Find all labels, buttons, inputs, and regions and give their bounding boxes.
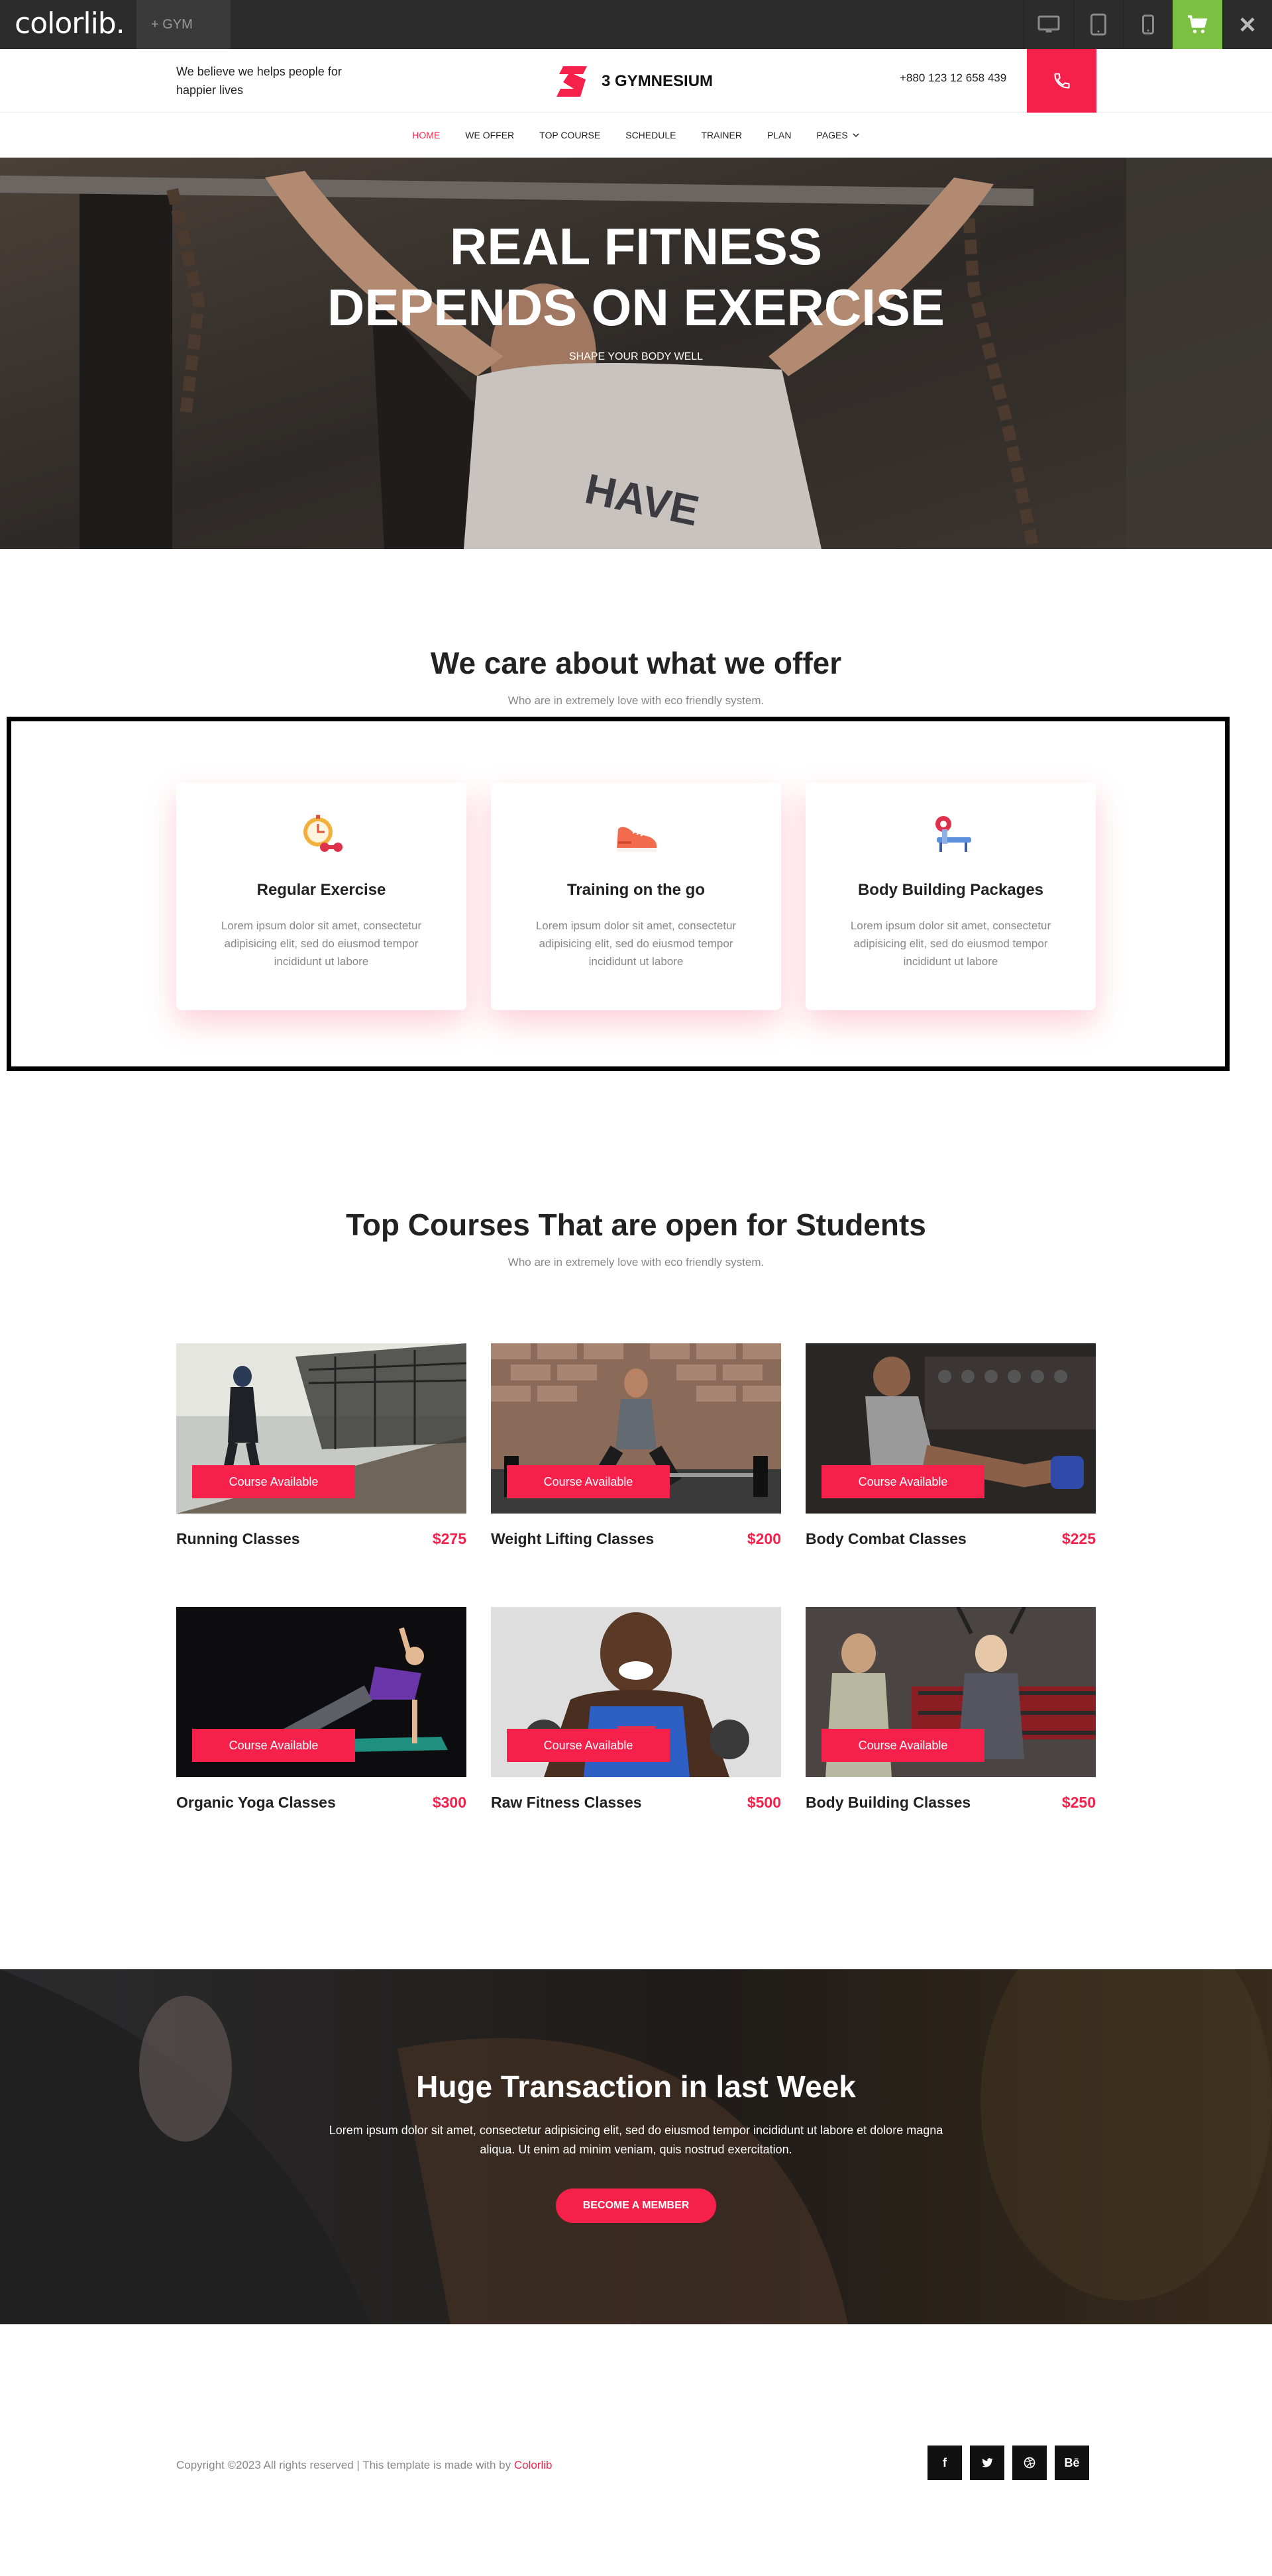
course-price: $200 (747, 1530, 781, 1547)
copyright: Copyright ©2023 All rights reserved | Th… (176, 2459, 553, 2472)
course-name[interactable]: Running Classes (176, 1530, 300, 1548)
course-price: $225 (1061, 1530, 1096, 1547)
close-icon (1240, 17, 1255, 32)
offer-card-title: Body Building Packages (857, 881, 1044, 899)
colorlib-topbar: colorlib. + GYM (0, 0, 1272, 49)
cta-text: Lorem ipsum dolor sit amet, consectetur … (329, 2124, 943, 2156)
hero-title: REAL FITNESS DEPENDS ON EXERCISE (0, 216, 1272, 338)
course-price: $300 (432, 1794, 466, 1811)
nav-item-label: PLAN (767, 130, 792, 140)
offer-card: Body Building Packages Lorem ipsum dolor… (806, 783, 1096, 1010)
offer-card-text: Lorem ipsum dolor sit amet, consectetur … (221, 919, 422, 968)
facebook-icon: f (943, 2455, 947, 2469)
site-header: We believe we helps people for happier l… (0, 49, 1272, 113)
course-name[interactable]: Body Building Classes (806, 1794, 971, 1812)
header-phone-number: +880 123 12 658 439 (900, 72, 1007, 84)
behance-icon: Bē (1064, 2455, 1080, 2469)
course-available-badge[interactable]: Course Available (192, 1729, 355, 1762)
hero-subtitle: SHAPE YOUR BODY WELL (568, 351, 704, 362)
course-available-badge[interactable]: Course Available (822, 1465, 984, 1498)
hero-title-line-1: REAL FITNESS (450, 217, 822, 276)
brand[interactable]: 3 GYMNESIUM (554, 65, 713, 98)
buy-button[interactable] (1173, 0, 1222, 49)
desktop-view-button[interactable] (1024, 0, 1073, 49)
course-price: $250 (1061, 1794, 1096, 1811)
tablet-view-button[interactable] (1073, 0, 1123, 49)
cta-title: Huge Transaction in last Week (416, 2069, 856, 2104)
offer-card-title: Regular Exercise (256, 881, 386, 899)
bench-press-icon (935, 816, 971, 852)
cart-icon (1187, 15, 1207, 34)
offer-card-text: Lorem ipsum dolor sit amet, consectetur … (850, 919, 1051, 968)
main-nav: HOME WE OFFER TOP COURSE SCHEDULE TRAINE… (0, 113, 1272, 158)
offer-card: Regular Exercise Lorem ipsum dolor sit a… (176, 783, 466, 1010)
brand-logo-icon (556, 66, 587, 97)
social-links: f Bē (928, 2446, 1089, 2480)
chevron-down-icon (853, 133, 859, 138)
course-available-badge[interactable]: Course Available (507, 1729, 670, 1762)
nav-item-label: PAGES (816, 130, 848, 140)
hero-banner: HAVE REAL FITNESS DEPENDS ON EXERCISE SH… (0, 158, 1272, 549)
nav-item-plan[interactable]: PLAN (767, 130, 792, 140)
behance-link[interactable]: Bē (1055, 2446, 1089, 2480)
header-tagline: We believe we helps people for happier l… (176, 65, 342, 97)
nav-item-schedule[interactable]: SCHEDULE (625, 130, 676, 140)
mobile-icon (1142, 15, 1154, 34)
template-tab[interactable]: + GYM (136, 0, 231, 49)
nav-item-trainer[interactable]: TRAINER (701, 130, 741, 140)
course-price: $500 (747, 1794, 781, 1811)
brand-name: 3 GYMNESIUM (602, 72, 714, 90)
mobile-view-button[interactable] (1123, 0, 1173, 49)
facebook-link[interactable]: f (928, 2446, 962, 2480)
become-member-button[interactable]: BECOME A MEMBER (556, 2189, 716, 2223)
copyright-text: Copyright ©2023 All rights reserved | Th… (176, 2459, 514, 2471)
hero-title-line-2: DEPENDS ON EXERCISE (327, 278, 945, 336)
course-name[interactable]: Weight Lifting Classes (491, 1530, 654, 1548)
sneaker-icon (617, 827, 657, 852)
dribbble-link[interactable] (1012, 2446, 1047, 2480)
twitter-link[interactable] (970, 2446, 1004, 2480)
course-name[interactable]: Body Combat Classes (806, 1530, 967, 1548)
nav-item-label: WE OFFER (465, 130, 515, 140)
courses-section-subtitle: Who are in extremely love with eco frien… (507, 1256, 765, 1268)
course-name[interactable]: Raw Fitness Classes (491, 1794, 642, 1812)
course-price: $275 (432, 1530, 466, 1547)
tablet-icon (1090, 13, 1106, 36)
course-available-badge[interactable]: Course Available (192, 1465, 355, 1498)
course-available-badge[interactable]: Course Available (507, 1465, 670, 1498)
nav-item-label: HOME (412, 130, 441, 140)
twitter-icon (982, 2458, 993, 2467)
stopwatch-dumbbell-icon (303, 815, 343, 852)
course-name[interactable]: Organic Yoga Classes (176, 1794, 336, 1812)
nav-item-home[interactable]: HOME (412, 130, 440, 140)
close-preview-button[interactable] (1222, 0, 1272, 49)
courses-section-title: Top Courses That are open for Students (346, 1208, 926, 1242)
nav-item-label: TRAINER (701, 130, 742, 140)
offer-card-text: Lorem ipsum dolor sit amet, consectetur … (535, 919, 737, 968)
colorlib-logo[interactable]: colorlib. (15, 7, 125, 40)
offer-section-title: We care about what we offer (430, 646, 842, 680)
cta-banner: Huge Transaction in last Week Lorem ipsu… (0, 1969, 1272, 2324)
nav-item-label: SCHEDULE (625, 130, 676, 140)
phone-icon (1053, 73, 1070, 89)
device-switcher (1024, 0, 1272, 49)
colorlib-credit-link[interactable]: Colorlib (514, 2459, 553, 2471)
nav-item-we-offer[interactable]: WE OFFER (465, 130, 514, 140)
call-button[interactable] (1027, 49, 1096, 113)
nav-item-top-course[interactable]: TOP COURSE (539, 130, 600, 140)
offer-section-subtitle: Who are in extremely love with eco frien… (507, 694, 765, 707)
desktop-icon (1037, 15, 1060, 32)
course-available-badge[interactable]: Course Available (822, 1729, 984, 1762)
offer-card-title: Training on the go (567, 881, 705, 899)
nav-item-label: TOP COURSE (539, 130, 601, 140)
dribbble-icon (1024, 2457, 1035, 2469)
nav-item-pages[interactable]: PAGES (817, 130, 860, 140)
offer-card: Training on the go Lorem ipsum dolor sit… (491, 783, 781, 1010)
